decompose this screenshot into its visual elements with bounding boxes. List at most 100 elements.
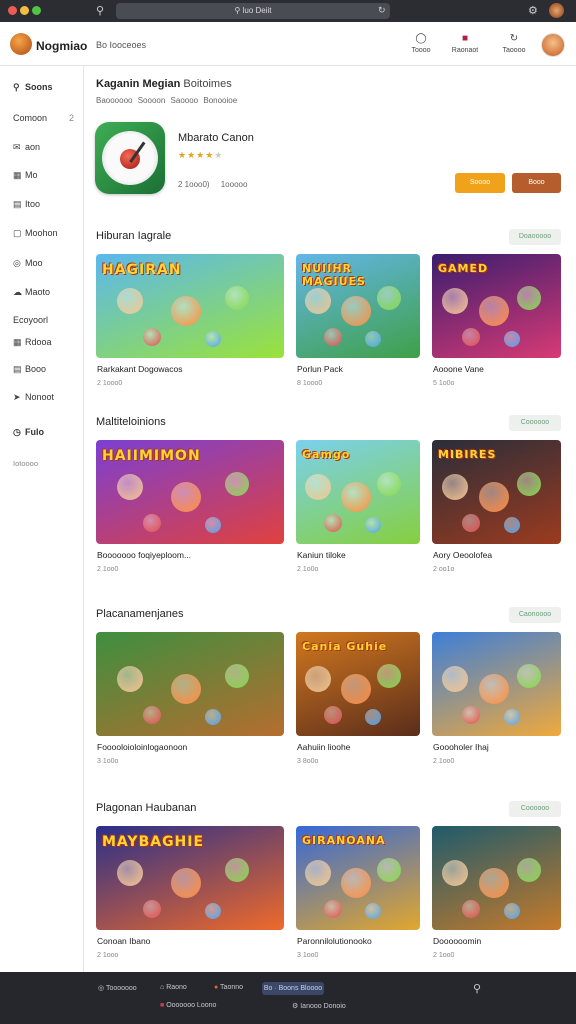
character-art <box>340 482 371 513</box>
footer-item-label: Tooooooo <box>105 985 137 992</box>
card-title[interactable]: Fooooloioloinlogaonoon <box>97 742 187 752</box>
section-title: Hiburan Iagrale <box>96 230 172 242</box>
rating-stars-filled: ★★★★ <box>178 150 215 160</box>
game-card[interactable]: GIRANOANA <box>296 826 420 930</box>
cart-button[interactable]: ■ Raonaot <box>445 33 485 54</box>
address-search-icon: ⚲ <box>234 6 243 15</box>
game-card[interactable]: Gamgo <box>296 440 420 544</box>
sidebar-badge: 2 <box>69 113 75 123</box>
sidebar-item-search[interactable]: ⚲ Soons <box>13 82 53 93</box>
game-card[interactable] <box>96 632 284 736</box>
see-all-button[interactable]: Coooooo <box>509 415 561 431</box>
footer-item-fire[interactable]: ● Taonno <box>214 984 243 991</box>
card-meta: 2 1o0o <box>297 566 319 573</box>
featured-meta: 2 1ooo0) 1ooooo <box>178 180 247 189</box>
card-title[interactable]: Goooholer Ihaj <box>433 742 489 752</box>
card-title[interactable]: Aooone Vane <box>433 364 484 374</box>
card-title[interactable]: Booooooo foqiyeploom... <box>97 550 191 560</box>
sidebar-item-calendar[interactable]: ▦ Mo <box>13 170 38 181</box>
breadcrumb[interactable]: Bo Iooceoes <box>96 40 146 50</box>
featured-app-name: Mbarato Canon <box>178 132 254 144</box>
footer-item-home[interactable]: ⌂ Raono <box>160 984 187 991</box>
sidebar-item-pin[interactable]: ➤ Nonoot <box>13 392 54 403</box>
sidebar-item-iotoooo[interactable]: Iotoooo <box>13 459 38 468</box>
sidebar-item-mail[interactable]: ✉ aon <box>13 142 40 153</box>
search-icon[interactable]: ⚲ <box>96 4 104 17</box>
sidebar-item-comoon[interactable]: Comoon 2 <box>13 113 74 123</box>
sidebar-item-card[interactable]: ▤ Booo <box>13 364 46 375</box>
card-title[interactable]: Kaniun tiloke <box>297 550 346 560</box>
notifications-button[interactable]: ◯ Toooo <box>401 33 441 54</box>
section-title: Placanamenjanes <box>96 608 184 620</box>
extension-icon[interactable]: ⚙ <box>528 4 538 17</box>
updates-button[interactable]: ↻ Taoooo <box>494 33 534 54</box>
sidebar-item-grid[interactable]: ▦ Rdooa <box>13 337 52 348</box>
calendar-icon: ▦ <box>13 170 22 180</box>
footer-pill[interactable]: Bo · Boons Bloooo <box>262 982 324 995</box>
character-art <box>340 296 371 327</box>
reload-icon[interactable]: ↻ <box>378 5 386 16</box>
see-all-button[interactable]: Caonoooo <box>509 607 561 623</box>
game-card[interactable]: GAMED <box>432 254 561 358</box>
sidebar-item-docs[interactable]: ▤ Itoo <box>13 199 40 210</box>
install-button[interactable]: Soooo <box>455 173 505 193</box>
sidebar-item-label: Mo <box>25 170 38 180</box>
app-logo[interactable] <box>10 33 32 55</box>
sidebar-item-clock[interactable]: ◷ Fulo <box>13 427 44 438</box>
card-meta: 2 1oo0 <box>433 952 455 959</box>
character-art <box>503 903 520 920</box>
card-art-title: Gamgo <box>302 448 351 461</box>
character-art <box>305 859 332 886</box>
character-art <box>442 859 469 886</box>
sidebar-item-label: Rdooa <box>25 337 52 347</box>
card-title[interactable]: Doooooomin <box>433 936 481 946</box>
card-title[interactable]: Rarkakant Dogowacos <box>97 364 183 374</box>
game-card[interactable]: MAYBAGHIE <box>96 826 284 930</box>
profile-avatar[interactable] <box>549 3 564 18</box>
game-card[interactable]: Cania Guhie <box>296 632 420 736</box>
sidebar-item-label: Moohon <box>25 228 58 238</box>
game-card[interactable]: NUIIHR MAGIUES <box>296 254 420 358</box>
game-card[interactable] <box>432 826 561 930</box>
game-card[interactable]: MIBIRES <box>432 440 561 544</box>
game-card[interactable] <box>432 632 561 736</box>
card-title[interactable]: Aory Oeoolofea <box>433 550 492 560</box>
character-art <box>340 674 371 705</box>
open-button[interactable]: Booo <box>512 173 561 193</box>
sidebar: ⚲ Soons Comoon 2 ✉ aon ▦ Mo ▤ Itoo ▢ Moohon ◎ M… <box>0 66 84 972</box>
sidebar-item-chat[interactable]: ▢ Moohon <box>13 228 58 239</box>
sidebar-item-cloud[interactable]: ☁ Maoto <box>13 287 50 298</box>
card-title[interactable]: Paronnilolutionooko <box>297 936 372 946</box>
see-all-button[interactable]: Coooooo <box>509 801 561 817</box>
card-title[interactable]: Aahuiin lioohe <box>297 742 350 752</box>
card-title[interactable]: Porlun Pack <box>297 364 343 374</box>
minimize-window-button[interactable] <box>20 6 29 15</box>
sidebar-item-globe[interactable]: ◎ Moo <box>13 258 43 269</box>
featured-tab[interactable]: Soooon <box>138 96 166 105</box>
see-all-button[interactable]: Doaooooo <box>509 229 561 245</box>
close-window-button[interactable] <box>8 6 17 15</box>
character-art <box>364 903 381 920</box>
card-meta: 2 1ooo <box>97 952 119 959</box>
featured-app-icon[interactable] <box>95 122 165 194</box>
footer-item-gear[interactable]: ⚙ Ianooo Donoio <box>292 1002 346 1010</box>
sidebar-item-ecoyoorl[interactable]: Ecoyoorl <box>13 315 48 325</box>
featured-tab[interactable]: Saoooo <box>171 96 199 105</box>
game-card[interactable]: HAIIMIMON <box>96 440 284 544</box>
footer-item-label: Ooooooo Loono <box>166 1002 217 1009</box>
character-art <box>377 857 401 882</box>
user-avatar[interactable] <box>541 33 565 57</box>
game-card[interactable]: HAGIRAN <box>96 254 284 358</box>
app-header: Nogmiao Bo Iooceoes ◯ Toooo ■ Raonaot ↻ … <box>0 22 576 66</box>
footer-item-bag[interactable]: ■ Ooooooo Loono <box>160 1002 216 1009</box>
search-icon[interactable]: ⚲ <box>473 982 481 995</box>
footer-item-globe[interactable]: ◎ Tooooooo <box>98 984 137 992</box>
card-title[interactable]: Conoan Ibano <box>97 936 150 946</box>
featured-tab[interactable]: Bonooioe <box>203 96 237 105</box>
card-meta: 2 1ooo0 <box>97 380 123 387</box>
address-bar[interactable]: ⚲ luo Deiit <box>116 3 390 19</box>
refresh-icon: ↻ <box>509 33 519 44</box>
maximize-window-button[interactable] <box>32 6 41 15</box>
featured-tab[interactable]: Baoooooo <box>96 96 132 105</box>
cloud-icon: ☁ <box>13 287 22 297</box>
